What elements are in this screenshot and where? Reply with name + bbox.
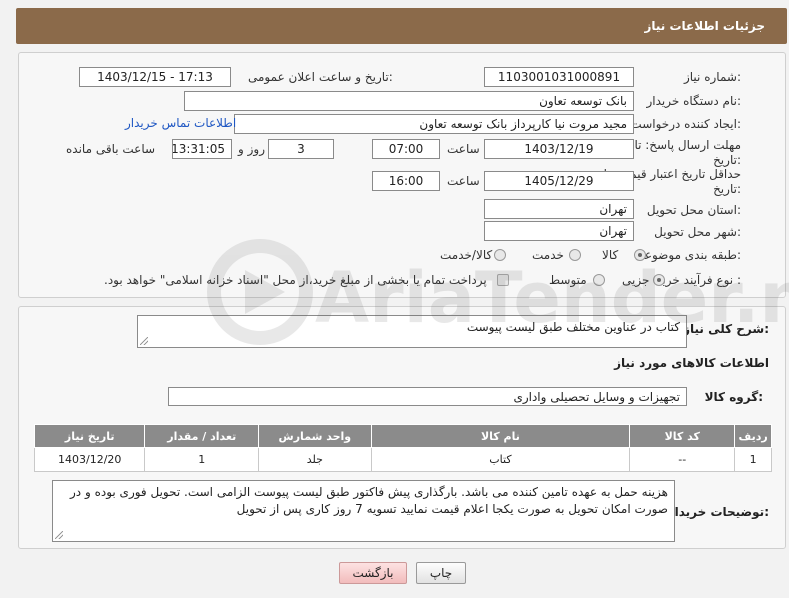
deadline-date-label: تاریخ: xyxy=(713,153,741,167)
buyer-notes-text: هزینه حمل به عهده تامین کننده می باشد. ب… xyxy=(70,485,668,516)
cell-unit: جلد xyxy=(258,447,372,472)
col-header-name: نام کالا xyxy=(370,424,631,448)
cell-code: -- xyxy=(629,447,736,472)
process-option-minor: جزیی xyxy=(622,273,650,287)
need-number-label: شماره نیاز: xyxy=(683,70,741,84)
remaining-label: ساعت باقی مانده xyxy=(66,142,156,156)
cell-need-date: 1403/12/20 xyxy=(33,447,146,472)
buyer-contact-link[interactable]: اطلاعات تماس خریدار xyxy=(125,116,236,130)
province-label: استان محل تحویل: xyxy=(646,203,741,217)
resize-handle-icon[interactable] xyxy=(55,531,63,539)
goods-table: ردیف کد کالا نام کالا واحد شمارش تعداد /… xyxy=(33,424,772,472)
cell-quantity: 1 xyxy=(144,447,260,472)
category-option-service: خدمت xyxy=(532,248,564,262)
process-radio-medium[interactable] xyxy=(593,274,605,286)
category-radio-goods[interactable] xyxy=(634,249,646,261)
buyer-notes-textarea[interactable]: هزینه حمل به عهده تامین کننده می باشد. ب… xyxy=(52,480,675,542)
page-header: جزئیات اطلاعات نیاز xyxy=(16,8,787,44)
page-title: جزئیات اطلاعات نیاز xyxy=(644,19,765,33)
goods-table-container: ردیف کد کالا نام کالا واحد شمارش تعداد /… xyxy=(33,424,772,472)
col-header-unit: واحد شمارش xyxy=(258,424,372,448)
category-option-both: کالا/خدمت xyxy=(440,248,493,262)
goods-group-label: گروه کالا: xyxy=(704,390,763,404)
process-option-medium: متوسط xyxy=(549,273,587,287)
treasury-payment-note: پرداخت تمام یا بخشی از مبلغ خرید،از محل … xyxy=(104,273,487,287)
process-label: نوع فرآیند خرید : xyxy=(656,273,741,287)
category-option-goods: کالا xyxy=(602,248,619,262)
resize-handle-icon[interactable] xyxy=(140,337,148,345)
need-number-field[interactable]: 1103001031000891 xyxy=(484,67,634,87)
deadline-time-label: ساعت xyxy=(447,142,480,156)
announce-field[interactable]: 1403/12/15 - 17:13 xyxy=(79,67,231,87)
days-label: روز و xyxy=(238,142,265,156)
remaining-time-field[interactable]: 13:31:05 xyxy=(172,139,232,159)
requester-field[interactable]: مجید مروت نیا کارپرداز بانک توسعه تعاون xyxy=(234,114,634,134)
deadline-time-field[interactable]: 07:00 xyxy=(372,139,440,159)
back-button[interactable]: بازگشت xyxy=(339,562,407,584)
treasury-payment-checkbox[interactable] xyxy=(497,274,509,286)
cell-row: 1 xyxy=(734,447,772,472)
category-radio-both[interactable] xyxy=(494,249,506,261)
validity-time-field[interactable]: 16:00 xyxy=(372,171,440,191)
print-button[interactable]: چاپ xyxy=(416,562,466,584)
buyer-notes-label: توضیحات خریدار: xyxy=(667,505,769,519)
requester-label: ایجاد کننده درخواست: xyxy=(630,117,741,131)
col-header-code: کد کالا xyxy=(629,424,736,448)
summary-label: شرح کلی نیاز: xyxy=(683,322,769,336)
days-field[interactable]: 3 xyxy=(268,139,334,159)
summary-textarea[interactable]: کتاب در عناوین مختلف طبق لیست پیوست xyxy=(137,315,687,348)
city-field[interactable]: تهران xyxy=(484,221,634,241)
province-field[interactable]: تهران xyxy=(484,199,634,219)
validity-time-label: ساعت xyxy=(447,174,480,188)
col-header-need-date: تاریخ نیاز xyxy=(33,424,146,448)
city-label: شهر محل تحویل: xyxy=(654,225,741,239)
col-header-quantity: تعداد / مقدار xyxy=(144,424,260,448)
table-row[interactable]: 1 -- کتاب جلد 1 1403/12/20 xyxy=(33,447,772,472)
buyer-org-field[interactable]: بانک توسعه تعاون xyxy=(184,91,634,111)
col-header-row: ردیف xyxy=(734,424,772,448)
announce-label: تاریخ و ساعت اعلان عمومی: xyxy=(248,70,393,84)
category-label: طبقه بندی موضوعی: xyxy=(634,248,741,262)
process-radio-minor[interactable] xyxy=(653,274,665,286)
buyer-org-label: نام دستگاه خریدار: xyxy=(646,94,742,108)
goods-info-title: اطلاعات کالاهای مورد نیاز xyxy=(614,356,769,370)
cell-name: کتاب xyxy=(370,447,631,472)
goods-group-field[interactable]: تجهیزات و وسایل تحصیلی واداری xyxy=(168,387,687,406)
validity-date-label: تاریخ: xyxy=(713,182,741,196)
summary-text: کتاب در عناوین مختلف طبق لیست پیوست xyxy=(466,320,680,334)
validity-date-field[interactable]: 1405/12/29 xyxy=(484,171,634,191)
category-radio-service[interactable] xyxy=(569,249,581,261)
deadline-date-field[interactable]: 1403/12/19 xyxy=(484,139,634,159)
deadline-label: مهلت ارسال پاسخ: تا xyxy=(634,138,741,152)
